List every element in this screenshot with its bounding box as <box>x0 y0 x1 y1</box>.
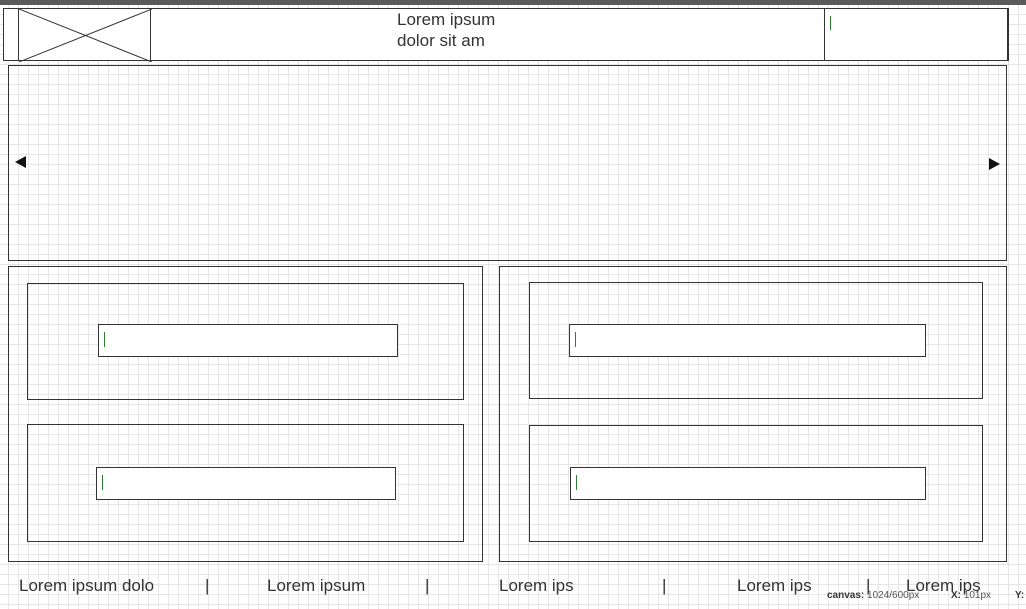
page-title-line-1: Lorem ipsum <box>397 10 496 29</box>
image-carousel[interactable] <box>8 65 1007 261</box>
logo-placeholder <box>18 8 152 62</box>
text-caret <box>575 332 576 347</box>
text-caret <box>576 475 577 490</box>
page-title-line-2: dolor sit am <box>397 31 485 50</box>
arrow-left-icon[interactable] <box>15 156 26 168</box>
footer-nav-item-3[interactable]: Lorem ips <box>499 576 574 596</box>
arrow-right-icon[interactable] <box>989 158 1000 170</box>
text-caret <box>102 475 103 490</box>
y-coordinate-readout: Y: <box>1015 590 1024 601</box>
nav-separator: | <box>205 576 210 595</box>
x-coordinate-readout: X: 101px <box>951 590 991 601</box>
canvas-size-readout: canvas: 1024/600px <box>827 590 919 601</box>
footer-nav-item-2[interactable]: Lorem ipsum <box>267 576 365 596</box>
canvas-value: 1024/600px <box>867 590 920 601</box>
y-label: Y: <box>1015 590 1025 601</box>
nav-separator: | <box>425 576 430 595</box>
left-bottom-input[interactable] <box>96 467 396 500</box>
right-bottom-input[interactable] <box>570 467 926 500</box>
nav-separator: | <box>662 576 667 595</box>
footer-nav-item-4[interactable]: Lorem ips <box>737 576 812 596</box>
canvas-label: canvas: <box>827 590 865 601</box>
right-top-input[interactable] <box>569 324 926 357</box>
footer-nav-item-1[interactable]: Lorem ipsum dolo <box>19 576 154 596</box>
x-value: 101px <box>963 590 992 601</box>
page-title: Lorem ipsum dolor sit am <box>397 9 597 51</box>
window-top-bar <box>0 0 1026 5</box>
image-placeholder-icon <box>19 9 152 62</box>
x-label: X: <box>951 590 961 601</box>
text-caret <box>104 332 105 347</box>
search-input[interactable] <box>824 8 1008 61</box>
text-caret <box>830 16 831 30</box>
left-top-input[interactable] <box>98 324 398 357</box>
